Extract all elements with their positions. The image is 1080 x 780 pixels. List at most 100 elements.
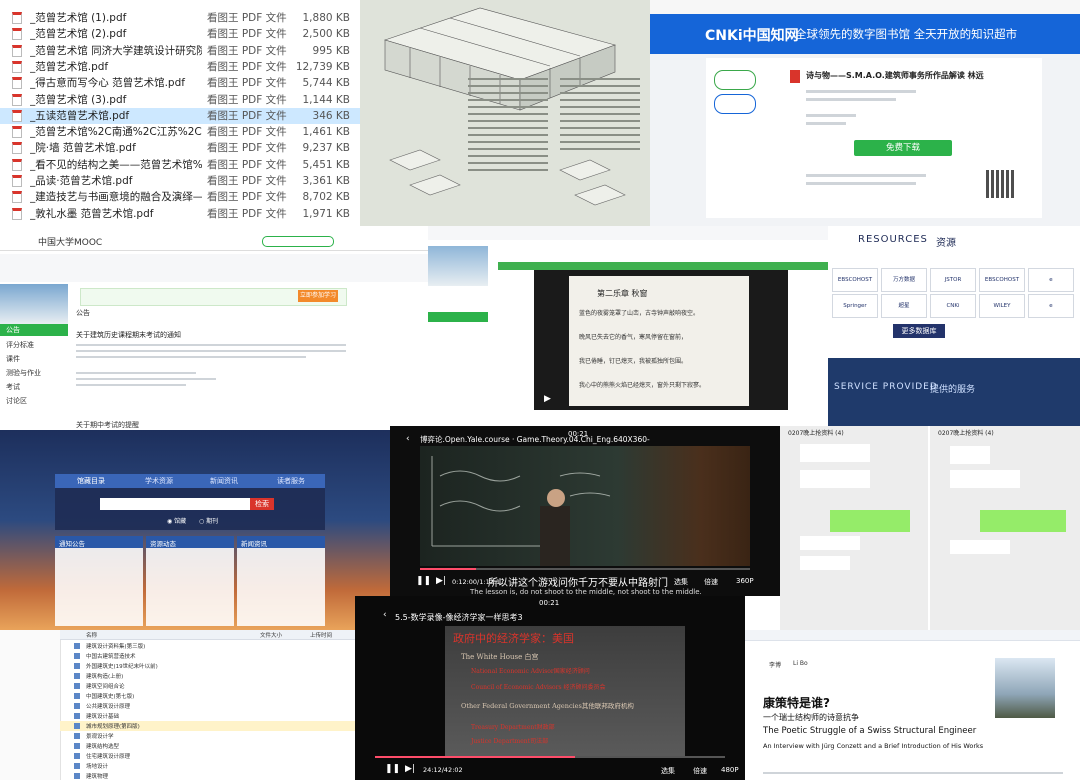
pause-icon[interactable]: ❚❚ — [416, 576, 431, 586]
file-row[interactable]: _建造技艺与书画意境的融合及演绎——... 看图王 PDF 文件 8,702 KB — [0, 189, 360, 205]
table-row[interactable]: 建筑空间组合论 — [60, 681, 355, 691]
file-row[interactable]: _范曾艺术馆.pdf 看图王 PDF 文件 12,739 KB — [0, 59, 360, 75]
table-row[interactable]: 外国建筑史(19世纪末叶以前) — [60, 661, 355, 671]
file-row[interactable]: _得古意而写今心 范曾艺术馆.pdf 看图王 PDF 文件 5,744 KB — [0, 75, 360, 91]
column-header[interactable]: 文件大小 — [260, 631, 282, 639]
next-icon[interactable]: ▶| — [436, 576, 446, 586]
lesson-topbar — [428, 226, 828, 240]
portal-tab[interactable]: 新闻资讯 — [210, 476, 238, 486]
free-download-button[interactable]: 免费下载 — [854, 140, 952, 156]
table-row[interactable]: 中国建筑史(第七版) — [60, 691, 355, 701]
table-row[interactable]: 建筑结构选型 — [60, 741, 355, 751]
back-icon[interactable]: ‹ — [406, 434, 410, 444]
article-subtitle-en: An Interview with Jürg Conzett and a Bri… — [763, 742, 984, 750]
file-row[interactable]: _范曾艺术馆 (1).pdf 看图王 PDF 文件 1,880 KB — [0, 10, 360, 26]
episode-button[interactable]: 选集 — [674, 577, 688, 587]
mooc-search-input[interactable] — [262, 236, 334, 247]
database-logo[interactable]: CNKi — [930, 294, 976, 318]
file-row[interactable]: _范曾艺术馆 (3).pdf 看图王 PDF 文件 1,144 KB — [0, 92, 360, 108]
lesson-video[interactable]: 第二乐章 秋窗 蓝色的夜雾笼罩了山峦，古寺钟声敲响夜空。 晚风已失去它的香气，寒… — [534, 270, 788, 410]
side-nav-item[interactable]: 测验与作业 — [6, 368, 41, 378]
portal-tab[interactable]: 学术资源 — [145, 476, 173, 486]
database-logo[interactable]: 超星 — [881, 294, 927, 318]
pdf-file-icon — [12, 191, 22, 204]
video-time: 0:12:00/1:12:17 — [452, 578, 505, 586]
table-row[interactable]: 城市规划原理(第四版) — [60, 721, 355, 731]
more-databases-button[interactable]: 更多数据库 — [893, 324, 945, 338]
table-row[interactable]: 景观设计学 — [60, 731, 355, 741]
join-course-button[interactable]: 立即参加学习 — [298, 290, 338, 302]
database-logo[interactable]: JSTOR — [930, 268, 976, 292]
table-row[interactable]: 建筑物理 — [60, 771, 355, 780]
portal-search-button[interactable]: 检索 — [250, 498, 274, 510]
file-row[interactable]: _五读范曾艺术馆.pdf 看图王 PDF 文件 346 KB — [0, 107, 360, 124]
table-row[interactable]: 场地设计 — [60, 761, 355, 771]
table-row[interactable]: 住宅建筑设计原理 — [60, 751, 355, 761]
file-type: 看图王 PDF 文件 — [207, 77, 287, 90]
portal-tab[interactable]: 馆藏目录 — [77, 476, 105, 486]
file-size: 346 KB — [312, 109, 350, 122]
file-row[interactable]: _范曾艺术馆 同济大学建筑设计研究院... 看图王 PDF 文件 995 KB — [0, 43, 360, 59]
pdf-file-icon — [12, 77, 22, 90]
notice-title-2[interactable]: 关于期中考试的提醒 — [76, 420, 139, 430]
table-row[interactable]: 建筑设计资料集(第三版) — [60, 641, 355, 651]
table-row[interactable]: 中国古建筑营造技术 — [60, 651, 355, 661]
quality-button[interactable]: 480P — [721, 766, 739, 774]
back-icon[interactable]: ‹ — [383, 610, 387, 620]
speed-button[interactable]: 倍速 — [693, 766, 707, 776]
database-logo[interactable]: EBSCOHOST — [832, 268, 878, 292]
wechat-share-button[interactable] — [714, 70, 756, 90]
file-row[interactable]: _范曾艺术馆 (2).pdf 看图王 PDF 文件 2,500 KB — [0, 26, 360, 42]
column-header[interactable]: 上传时间 — [310, 631, 332, 639]
file-name: _敦礼水墨 范曾艺术馆.pdf — [30, 207, 154, 220]
yale-video-player[interactable]: 00:21 ‹ 博弈论.Open.Yale.course · Game.Theo… — [390, 426, 780, 596]
radio-journals[interactable]: ○ 期刊 — [199, 516, 218, 525]
notice-title[interactable]: 关于建筑历史课程期末考试的通知 — [76, 330, 181, 340]
database-logo[interactable]: Springer — [832, 294, 878, 318]
chat-screenshots: 0207晚上抢资料 (4) 0207晚上抢资料 (4) — [780, 426, 1080, 630]
table-row[interactable]: 建筑设计基础 — [60, 711, 355, 721]
file-type: 看图王 PDF 文件 — [207, 93, 287, 106]
quality-button[interactable]: 360P — [736, 577, 754, 585]
table-cell: 建筑物理 — [86, 774, 109, 780]
file-row[interactable]: _敦礼水墨 范曾艺术馆.pdf 看图王 PDF 文件 1,971 KB — [0, 206, 360, 222]
file-row[interactable]: _院·墙 范曾艺术馆.pdf 看图王 PDF 文件 9,237 KB — [0, 140, 360, 156]
progress-track[interactable] — [375, 756, 725, 758]
portal-tab[interactable]: 读者服务 — [277, 476, 305, 486]
tree-sidebar — [0, 630, 61, 780]
column-header[interactable]: 名称 — [86, 631, 97, 639]
play-icon[interactable]: ▶ — [544, 394, 551, 404]
poem-line: 蓝色的夜雾笼罩了山峦，古寺钟声敲响夜空。 — [579, 310, 700, 317]
table-row[interactable]: 公共建筑设计原理 — [60, 701, 355, 711]
file-row[interactable]: _范曾艺术馆%2C南通%2C江苏%2C中... 看图王 PDF 文件 1,461 K… — [0, 124, 360, 140]
database-logo[interactable]: e — [1028, 294, 1074, 318]
table-cell: 外国建筑史(19世纪末叶以前) — [86, 664, 158, 670]
speed-button[interactable]: 倍速 — [704, 577, 718, 587]
article-page: 李博 Li Bo 康策特是谁? 一个瑞士结构师的诗意抗争 The Poetic … — [745, 630, 1080, 780]
database-logo[interactable]: EBSCOHOST — [979, 268, 1025, 292]
episode-button[interactable]: 选集 — [661, 766, 675, 776]
portal-search-input[interactable] — [100, 498, 250, 510]
file-size: 5,744 KB — [302, 77, 351, 90]
database-logo[interactable]: 万方数据 — [881, 268, 927, 292]
app-share-button[interactable] — [714, 94, 756, 114]
chat-bubble-self — [980, 510, 1066, 532]
file-row[interactable]: _品读·范曾艺术馆.pdf 看图王 PDF 文件 3,361 KB — [0, 173, 360, 189]
next-icon[interactable]: ▶| — [405, 764, 415, 774]
side-nav-item[interactable]: 考试 — [6, 382, 20, 392]
side-nav-item[interactable]: 课件 — [6, 354, 20, 364]
econ-video-player[interactable]: 00:21 ‹ 5.5-数学录像-像经济学家一样思考3 政府中的经济学家：美国 … — [355, 596, 745, 780]
side-nav-active[interactable] — [428, 312, 488, 322]
radio-holdings[interactable]: ◉ 馆藏 — [167, 516, 186, 525]
table-row[interactable]: 建筑构造(上册) — [60, 671, 355, 681]
file-size: 1,971 KB — [302, 207, 351, 220]
side-nav-active[interactable]: 公告 — [0, 324, 68, 336]
database-logo[interactable]: e — [1028, 268, 1074, 292]
pause-icon[interactable]: ❚❚ — [385, 764, 400, 774]
progress-track[interactable] — [420, 568, 750, 570]
file-row[interactable]: _看不见的结构之美——范曾艺术馆%26... 看图王 PDF 文件 5,451 KB — [0, 157, 360, 173]
side-nav-item[interactable]: 评分标准 — [6, 340, 34, 350]
side-nav-item[interactable]: 讨论区 — [6, 396, 27, 406]
database-logo[interactable]: WILEY — [979, 294, 1025, 318]
poem-line: 我已倦睡，钉已熄灭，我被孤独所包围。 — [579, 358, 688, 365]
